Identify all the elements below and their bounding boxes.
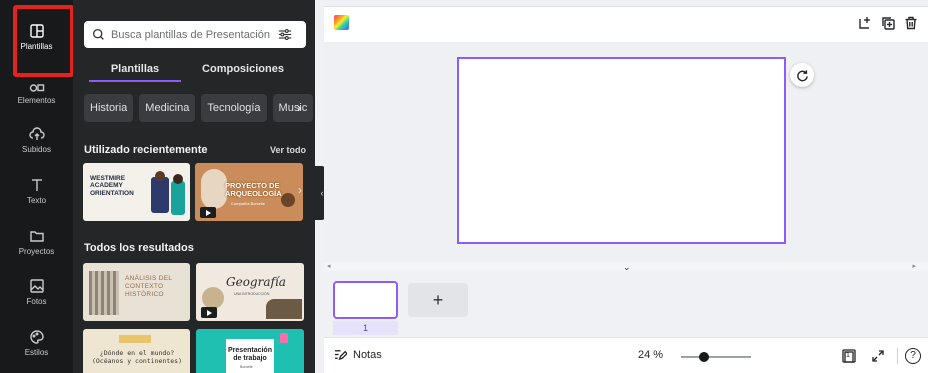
template-title: ¿Dónde en el mundo? (Océanos y continent…: [91, 349, 182, 366]
tab-composiciones[interactable]: Composiciones: [195, 56, 291, 82]
palette-icon: [29, 330, 44, 344]
color-picker-icon[interactable]: [334, 15, 349, 30]
zoom-slider-handle[interactable]: [699, 352, 710, 362]
search-bar: [84, 21, 306, 48]
add-page-icon: [859, 17, 870, 29]
cloud-upload-icon: [28, 127, 45, 140]
rail-label: Elementos: [17, 96, 56, 105]
rail-label: Proyectos: [18, 247, 55, 256]
templates-panel: Plantillas Composiciones Historia Medici…: [73, 0, 315, 373]
fullscreen-button[interactable]: [870, 348, 886, 364]
page-count-label: 1: [846, 352, 850, 359]
canvas-area: [324, 42, 928, 265]
result-template-card[interactable]: ANÁLISIS DEL CONTEXTO HISTÓRICO: [83, 263, 190, 321]
expand-icon: [872, 350, 884, 362]
rail-item-plantillas[interactable]: Plantillas: [0, 11, 73, 63]
rail-label: Estilos: [24, 348, 49, 357]
notes-button[interactable]: Notas: [334, 348, 382, 361]
result-template-card[interactable]: Presentación de trabajo Borcelle: [196, 329, 304, 373]
design-page[interactable]: [457, 57, 786, 244]
zoom-value[interactable]: 24 %: [638, 349, 663, 361]
template-title: WESTMIRE ACADEMY ORIENTATION: [90, 175, 134, 197]
folder-icon: [29, 231, 44, 242]
chevron-right-icon[interactable]: ›: [297, 100, 301, 115]
editor-topbar: [324, 6, 928, 42]
refresh-design-button[interactable]: [790, 63, 814, 87]
filter-button[interactable]: [277, 28, 293, 42]
rail-item-subidos[interactable]: Subidos: [0, 114, 73, 166]
filter-sliders-icon: [278, 29, 292, 40]
duplicate-icon: [882, 17, 895, 30]
template-title: Geografía: [226, 275, 286, 289]
result-template-card[interactable]: Geografía UNA INTRODUCCIÓN: [196, 263, 304, 321]
trash-icon: [905, 16, 917, 30]
delete-page-icon[interactable]: [904, 16, 918, 30]
rail-item-proyectos[interactable]: Proyectos: [0, 216, 73, 268]
chip-tecnologia[interactable]: Tecnología: [201, 94, 267, 122]
rail-label: Texto: [26, 196, 47, 205]
chip-music[interactable]: Music: [272, 94, 314, 122]
left-rail: Plantillas Elementos Subidos Texto Proye…: [0, 0, 74, 373]
template-subtitle: UNA INTRODUCCIÓN: [234, 292, 270, 296]
help-button[interactable]: ?: [905, 348, 921, 364]
rail-label: Fotos: [26, 297, 47, 306]
template-subtitle: Compañía Borcelle: [231, 201, 266, 206]
scroll-left-icon[interactable]: ◂: [327, 262, 331, 270]
recent-template-card[interactable]: WESTMIRE ACADEMY ORIENTATION: [83, 163, 190, 221]
rail-item-elementos[interactable]: Elementos: [0, 65, 73, 117]
page-number: 1: [333, 321, 398, 335]
recent-title: Utilizado recientemente: [84, 144, 208, 156]
refresh-icon: [796, 69, 808, 81]
rail-item-fotos[interactable]: Fotos: [0, 266, 73, 318]
page-thumbnail[interactable]: [333, 281, 398, 319]
see-all-link[interactable]: Ver todo: [270, 145, 306, 155]
result-template-card[interactable]: ¿Dónde en el mundo? (Océanos y continent…: [83, 329, 190, 373]
template-title: Presentación de trabajo: [228, 347, 272, 363]
zoom-slider-track[interactable]: [681, 356, 751, 358]
rail-item-texto[interactable]: Texto: [0, 165, 73, 217]
chevron-right-icon[interactable]: ›: [298, 183, 302, 197]
shapes-icon: [29, 84, 44, 92]
divider: [897, 348, 898, 364]
search-icon: [92, 28, 104, 40]
scroll-right-icon[interactable]: ▸: [912, 262, 916, 270]
category-chips: Historia Medicina Tecnología Music: [84, 94, 314, 122]
duplicate-page-icon[interactable]: [881, 16, 895, 30]
video-badge-icon: [201, 307, 217, 318]
chip-historia[interactable]: Historia: [84, 94, 134, 122]
recent-template-card[interactable]: PROYECTO DE ARQUEOLOGÍA Compañía Borcell…: [195, 163, 303, 221]
panel-tabs: Plantillas Composiciones: [73, 56, 315, 82]
add-page-icon[interactable]: [858, 16, 872, 30]
add-page-button[interactable]: +: [408, 283, 468, 317]
tab-plantillas[interactable]: Plantillas: [89, 56, 181, 82]
page-strip: 1 +: [324, 271, 928, 337]
editor-bottombar: Notas 24 % 1 ?: [324, 337, 928, 373]
template-icon: [29, 24, 44, 38]
rail-label: Subidos: [22, 145, 51, 154]
template-title: ANÁLISIS DEL CONTEXTO HISTÓRICO: [125, 275, 173, 298]
all-results-title: Todos los resultados: [84, 242, 194, 254]
notes-label: Notas: [353, 348, 382, 361]
text-icon: [31, 179, 42, 191]
chip-medicina[interactable]: Medicina: [139, 94, 196, 122]
search-input[interactable]: [111, 28, 271, 41]
image-icon: [29, 279, 44, 293]
notes-icon: [334, 350, 347, 361]
template-subtitle: Borcelle: [240, 365, 253, 369]
rail-label: Plantillas: [20, 42, 53, 51]
video-badge-icon: [200, 207, 216, 218]
rail-item-estilos[interactable]: Estilos: [0, 317, 73, 369]
